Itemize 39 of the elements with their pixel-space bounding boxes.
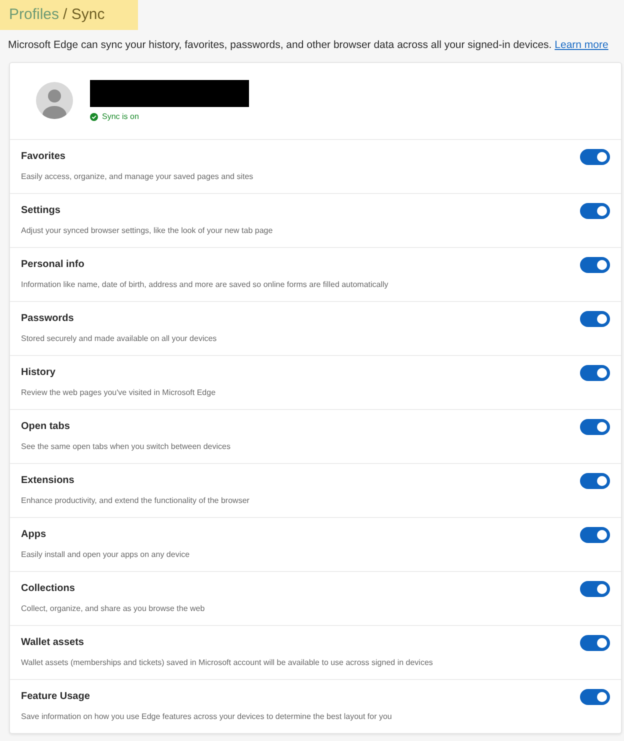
setting-description: Collect, organize, and share as you browse the web <box>21 603 205 614</box>
sync-toggle[interactable] <box>580 527 610 543</box>
setting-description: Review the web pages you've visited in Microsoft Edge <box>21 387 216 398</box>
page-title: / Sync <box>63 5 105 25</box>
setting-description: Stored securely and made available on all your devices <box>21 333 217 344</box>
intro-text: Microsoft Edge can sync your history, favorites, passwords, and other browser data across all your signed-in devices. Learn more <box>7 38 610 52</box>
setting-title: Wallet assets <box>21 636 85 650</box>
sync-toggle[interactable] <box>580 203 610 219</box>
sync-toggle[interactable] <box>580 257 610 273</box>
sync-toggle[interactable] <box>580 635 610 651</box>
sync-toggle[interactable] <box>580 473 610 489</box>
setting-description: Easily access, organize, and manage your saved pages and sites <box>21 171 254 182</box>
sync-toggle[interactable] <box>580 311 610 327</box>
setting-title: Apps <box>21 528 47 542</box>
sync-toggle[interactable] <box>580 365 610 381</box>
sync-toggle[interactable] <box>580 689 610 705</box>
setting-title: Favorites <box>21 150 66 164</box>
setting-title: Extensions <box>21 474 76 488</box>
setting-description: Enhance productivity, and extend the functionality of the browser <box>21 495 250 506</box>
sync-toggle[interactable] <box>580 149 610 165</box>
setting-description: Easily install and open your apps on any device <box>21 549 190 560</box>
setting-title: Settings <box>21 204 62 218</box>
setting-title: Feature Usage <box>21 690 91 704</box>
sync-toggle[interactable] <box>580 419 610 435</box>
setting-description: See the same open tabs when you switch between devices <box>21 441 230 452</box>
breadcrumb-link[interactable]: Profiles <box>9 5 60 25</box>
setting-description: Adjust your synced browser settings, like the look of your new tab page <box>21 225 273 236</box>
setting-description: Save information on how you use Edge features across your devices to determine the best layout for you <box>21 711 392 722</box>
setting-title: Personal info <box>21 258 86 272</box>
setting-title: Passwords <box>21 312 75 326</box>
sync-toggle[interactable] <box>580 581 610 597</box>
avatar-icon <box>36 82 73 119</box>
setting-description: Wallet assets (memberships and tickets) saved in Microsoft account will be available to use across signed in devices <box>21 657 433 668</box>
setting-description: Information like name, date of birth, address and more are saved so online forms are filled automatically <box>21 279 388 290</box>
sync-status: Sync is on <box>102 112 139 122</box>
learn-more-link[interactable]: Learn more <box>554 39 608 51</box>
setting-title: Open tabs <box>21 420 71 434</box>
setting-title: History <box>21 366 56 380</box>
setting-title: Collections <box>21 582 76 596</box>
